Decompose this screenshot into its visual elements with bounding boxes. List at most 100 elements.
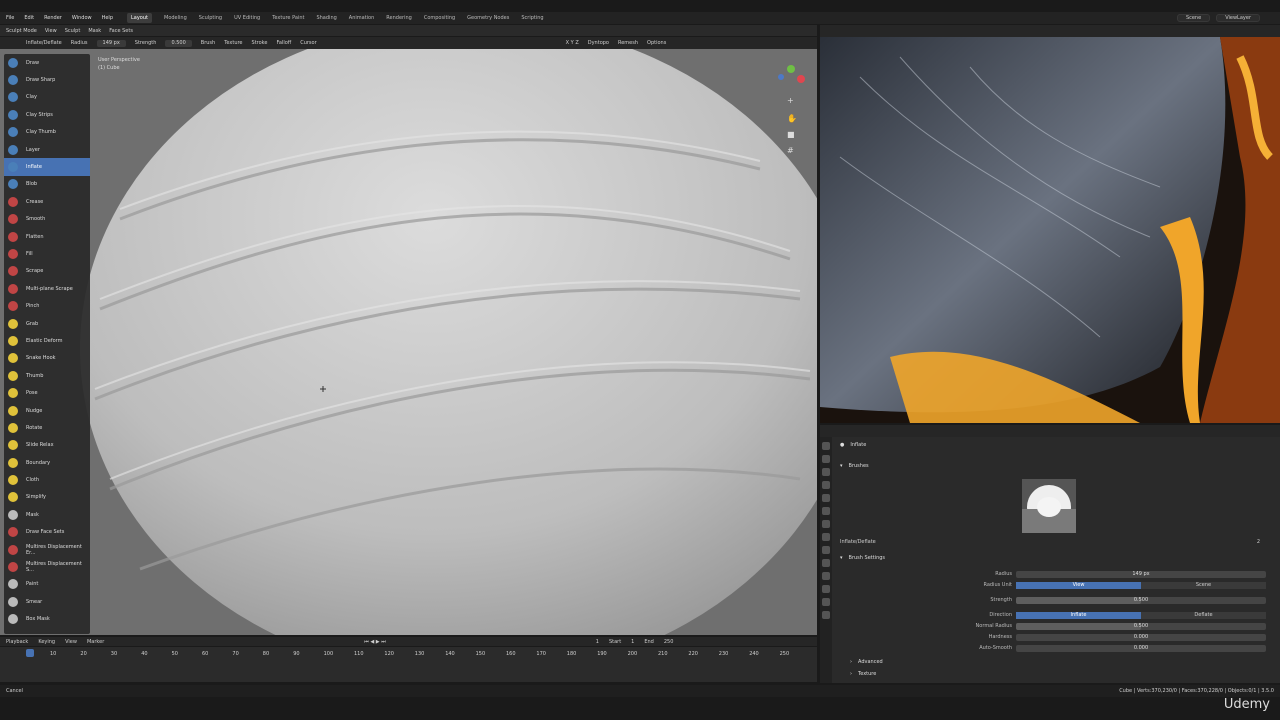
workspace-tab-compositing[interactable]: Compositing [424,15,455,21]
radius-field[interactable]: 149 px [96,39,126,47]
playhead[interactable] [26,649,34,657]
tool-smooth[interactable]: Smooth [4,211,90,228]
properties-tab[interactable] [822,585,830,593]
tool-pose[interactable]: Pose [4,384,90,401]
header-menu-mask[interactable]: Mask [88,28,101,34]
tool-rotate[interactable]: Rotate [4,419,90,436]
properties-tab[interactable] [822,598,830,606]
properties-tab[interactable] [822,546,830,554]
menu-render[interactable]: Render [44,15,62,21]
view-menu[interactable]: View [65,639,77,645]
workspace-tab-geometry-nodes[interactable]: Geometry Nodes [467,15,509,21]
strength-field[interactable]: 0.500 [165,39,192,47]
brush-datablock-name[interactable]: Inflate/Deflate [840,539,876,545]
properties-tab[interactable] [822,494,830,502]
tool-snake-hook[interactable]: Snake Hook [4,350,90,367]
workspace-tab-layout[interactable]: Layout [127,13,152,23]
properties-tab[interactable] [822,572,830,580]
play-controls-icon[interactable]: ⏮ ◀ ▶ ⏭ [364,639,385,645]
menu-file[interactable]: File [6,15,14,21]
properties-tab[interactable] [822,533,830,541]
properties-tab[interactable] [822,507,830,515]
tool-draw[interactable]: Draw [4,54,90,71]
tool-nudge[interactable]: Nudge [4,402,90,419]
header-menu-sculpt[interactable]: Sculpt [65,28,81,34]
tool-multires-displacement-er-[interactable]: Multires Displacement Er... [4,541,90,558]
tool-layer[interactable]: Layer [4,141,90,158]
marker-menu[interactable]: Marker [87,639,104,645]
tool-elastic-deform[interactable]: Elastic Deform [4,332,90,349]
radius-slider[interactable]: 149 px [1016,570,1266,578]
brush-preview[interactable] [1022,479,1076,533]
properties-tab[interactable] [822,442,830,450]
tool-cloth[interactable]: Cloth [4,471,90,488]
tool-clay[interactable]: Clay [4,89,90,106]
brush-name[interactable]: Inflate/Deflate [26,40,62,46]
workspace-tab-uv-editing[interactable]: UV Editing [234,15,260,21]
tool-draw-face-sets[interactable]: Draw Face Sets [4,524,90,541]
keying-menu[interactable]: Keying [38,639,55,645]
direction-inflate[interactable]: Inflate [1016,611,1141,619]
tool-clay-strips[interactable]: Clay Strips [4,106,90,123]
options-menu[interactable]: Options [647,40,666,46]
direction-deflate[interactable]: Deflate [1141,611,1266,619]
workspace-tab-shading[interactable]: Shading [316,15,336,21]
advanced-panel[interactable]: › Advanced [850,659,883,665]
dyntopo-menu[interactable]: Dyntopo [588,40,609,46]
workspace-tab-rendering[interactable]: Rendering [386,15,412,21]
cursor-menu[interactable]: Cursor [300,40,316,46]
symmetry-axes[interactable]: X Y Z [566,40,579,46]
tool-grab[interactable]: Grab [4,315,90,332]
direction-toggle[interactable]: Inflate Deflate [1016,611,1266,619]
tool-box-mask[interactable]: Box Mask [4,611,90,628]
menu-edit[interactable]: Edit [24,15,34,21]
remesh-menu[interactable]: Remesh [618,40,638,46]
timeline[interactable]: 10 20 30 40 50 60 70 80 90 100 110 120 130 140 150 160 1… [0,647,817,682]
radius-unit-scene[interactable]: Scene [1141,581,1266,589]
brush-datablock[interactable]: Inflate/Deflate 2 [840,539,1260,545]
tool-inflate[interactable]: Inflate [4,158,90,176]
tool-draw-sharp[interactable]: Draw Sharp [4,71,90,88]
menu-help[interactable]: Help [102,15,113,21]
tool-smear[interactable]: Smear [4,593,90,610]
workspace-tab-animation[interactable]: Animation [349,15,375,21]
properties-tab[interactable] [822,481,830,489]
reference-image[interactable] [820,37,1280,423]
texture-menu[interactable]: Texture [224,40,242,46]
tool-flatten[interactable]: Flatten [4,228,90,245]
workspace-tab-scripting[interactable]: Scripting [521,15,543,21]
radius-unit-view[interactable]: View [1016,581,1141,589]
tool-clay-thumb[interactable]: Clay Thumb [4,124,90,141]
tool-blob[interactable]: Blob [4,176,90,193]
texture-panel[interactable]: › Texture [850,671,876,677]
header-menu-face-sets[interactable]: Face Sets [109,28,133,34]
brushes-panel[interactable]: ▾ Brushes [840,463,869,469]
tool-scrape[interactable]: Scrape [4,263,90,280]
brush-menu[interactable]: Brush [201,40,215,46]
navigation-gizmo[interactable]: + ✋ ■ # [773,61,809,171]
3d-viewport[interactable]: Draw Draw Sharp Clay Clay Strips Clay Thumb L… [0,49,817,635]
properties-tab[interactable] [822,520,830,528]
properties-tab[interactable] [822,455,830,463]
normal-radius-slider[interactable]: 0.500 [1016,622,1266,630]
tool-thumb[interactable]: Thumb [4,367,90,384]
tool-slide-relax[interactable]: Slide Relax [4,437,90,454]
tool-paint[interactable]: Paint [4,576,90,593]
tool-pinch[interactable]: Pinch [4,297,90,314]
tool-crease[interactable]: Crease [4,193,90,210]
tool-multi-plane-scrape[interactable]: Multi-plane Scrape [4,280,90,297]
frame-ruler[interactable]: 10 20 30 40 50 60 70 80 90 100 110 120 130 140 150 160 1… [0,651,790,659]
header-menu-view[interactable]: View [45,28,57,34]
workspace-tab-modeling[interactable]: Modeling [164,15,187,21]
workspace-tab-texture-paint[interactable]: Texture Paint [272,15,304,21]
current-frame[interactable]: 1 [596,639,599,645]
properties-tab[interactable] [822,468,830,476]
strength-slider[interactable]: 0.500 [1016,596,1266,604]
autosmooth-slider[interactable]: 0.000 [1016,644,1266,652]
tool-mask[interactable]: Mask [4,506,90,523]
workspace-tab-sculpting[interactable]: Sculpting [199,15,222,21]
stroke-menu[interactable]: Stroke [252,40,268,46]
view-layer-selector[interactable]: ViewLayer [1216,14,1260,22]
mode-selector[interactable]: Sculpt Mode [6,28,37,34]
falloff-menu[interactable]: Falloff [276,40,291,46]
